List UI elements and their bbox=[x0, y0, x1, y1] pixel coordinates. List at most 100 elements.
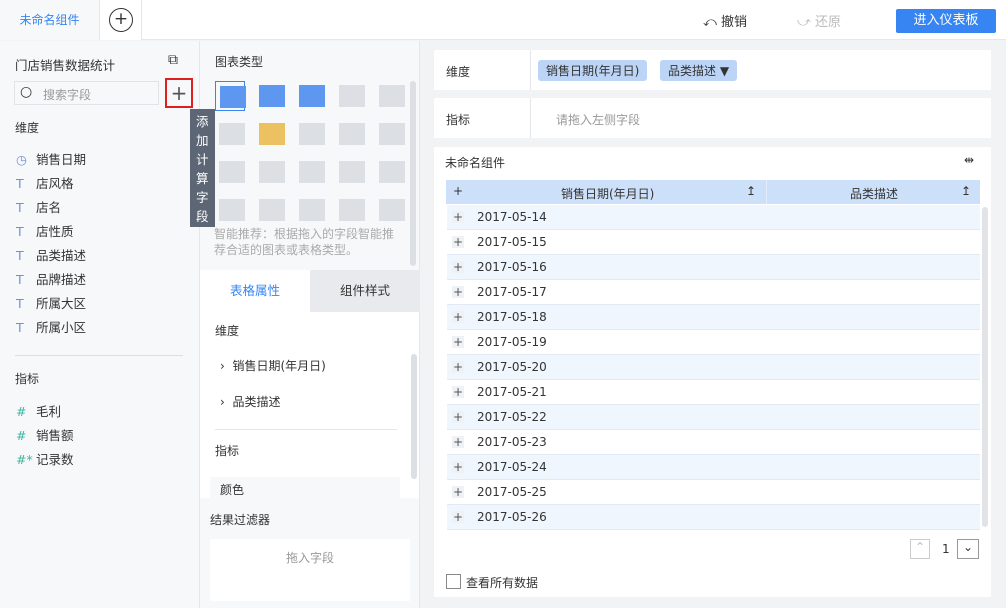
chart-type-icon bbox=[259, 199, 285, 221]
expand-icon[interactable]: + bbox=[452, 236, 464, 248]
enter-dashboard-button[interactable]: 进入仪表板 bbox=[896, 9, 996, 33]
table-row[interactable]: +2017-05-18 bbox=[447, 305, 980, 330]
measure-field[interactable]: # 销售额 bbox=[16, 425, 74, 444]
chart-type-option[interactable] bbox=[295, 81, 325, 111]
dimension-field[interactable]: T 品类描述 bbox=[16, 245, 86, 264]
redo-button[interactable]: ⤻ 还原 bbox=[797, 11, 841, 30]
table-row[interactable]: +2017-05-22 bbox=[447, 405, 980, 430]
tab-table-properties[interactable]: 表格属性 bbox=[200, 270, 310, 312]
scrollbar[interactable] bbox=[982, 207, 988, 527]
filter-dropzone[interactable]: 拖入字段 bbox=[210, 539, 410, 601]
expand-icon[interactable]: + bbox=[452, 461, 464, 473]
dimension-field[interactable]: ◷ 销售日期 bbox=[16, 149, 86, 168]
add-tab-button[interactable]: + bbox=[100, 0, 142, 40]
tab-widget[interactable]: 未命名组件 bbox=[0, 0, 100, 40]
scrollbar[interactable] bbox=[411, 354, 417, 479]
column-header[interactable]: 品类描述 bbox=[850, 185, 898, 202]
undo-icon: ⤺ bbox=[703, 15, 722, 30]
chart-type-option[interactable] bbox=[375, 195, 405, 225]
table-row[interactable]: +2017-05-15 bbox=[447, 230, 980, 255]
expand-icon[interactable]: + bbox=[452, 386, 464, 398]
dim-tag[interactable]: 品类描述 ▼ bbox=[660, 60, 738, 81]
expand-icon[interactable]: + bbox=[452, 436, 464, 448]
dimension-field[interactable]: T 品牌描述 bbox=[16, 269, 86, 288]
table-row[interactable]: +2017-05-17 bbox=[447, 280, 980, 305]
search-input[interactable]: ○ 搜索字段 bbox=[14, 81, 159, 105]
expand-icon[interactable]: + bbox=[452, 211, 464, 223]
dimension-field[interactable]: T 店性质 bbox=[16, 221, 74, 240]
expand-all-icon[interactable]: + bbox=[453, 184, 463, 198]
chart-type-option[interactable] bbox=[255, 195, 285, 225]
chart-type-icon bbox=[339, 85, 365, 107]
scrollbar[interactable] bbox=[410, 81, 416, 266]
dimension-field[interactable]: T 所属小区 bbox=[16, 317, 86, 336]
fit-width-icon[interactable]: ⇹ bbox=[964, 153, 974, 167]
chart-type-option[interactable] bbox=[335, 81, 365, 111]
dimension-field[interactable]: T 所属大区 bbox=[16, 293, 86, 312]
expand-icon[interactable]: + bbox=[452, 286, 464, 298]
chart-type-option[interactable] bbox=[255, 157, 285, 187]
chart-type-option[interactable] bbox=[295, 195, 325, 225]
dim-item[interactable]: › 销售日期(年月日) bbox=[220, 357, 326, 374]
switch-dataset-icon[interactable]: ⧉ bbox=[168, 52, 178, 68]
table-row[interactable]: +2017-05-16 bbox=[447, 255, 980, 280]
chart-type-icon bbox=[259, 161, 285, 183]
chart-type-option[interactable] bbox=[215, 81, 246, 111]
chart-type-option[interactable] bbox=[335, 157, 365, 187]
chart-type-option[interactable] bbox=[295, 157, 325, 187]
table-row[interactable]: +2017-05-24 bbox=[447, 455, 980, 480]
chart-type-option[interactable] bbox=[375, 119, 405, 149]
chart-type-option[interactable] bbox=[215, 119, 245, 149]
chart-type-option[interactable] bbox=[375, 157, 405, 187]
undo-button[interactable]: ⤺ 撤销 bbox=[703, 11, 747, 30]
chart-type-option[interactable] bbox=[255, 119, 285, 149]
chart-type-option[interactable] bbox=[335, 195, 365, 225]
sort-filter-icon[interactable]: ↥ bbox=[961, 184, 971, 198]
measure-field[interactable]: #* 记录数 bbox=[16, 449, 74, 468]
dim-item[interactable]: › 品类描述 bbox=[220, 393, 280, 410]
dimension-shelf-label: 维度 bbox=[446, 65, 471, 79]
measure-section-title: 指标 bbox=[215, 444, 240, 458]
table-row[interactable]: +2017-05-20 bbox=[447, 355, 980, 380]
tab-widget-style[interactable]: 组件样式 bbox=[310, 270, 420, 312]
sort-icon[interactable]: ↥ bbox=[746, 184, 756, 198]
chart-type-option[interactable] bbox=[335, 119, 365, 149]
expand-icon[interactable]: + bbox=[452, 361, 464, 373]
table-row[interactable]: +2017-05-21 bbox=[447, 380, 980, 405]
chart-type-option[interactable] bbox=[295, 119, 325, 149]
add-calculated-field-button[interactable]: + bbox=[165, 78, 193, 108]
chart-type-option[interactable] bbox=[375, 81, 405, 111]
table-row[interactable]: +2017-05-25 bbox=[447, 480, 980, 505]
splitter[interactable] bbox=[15, 355, 183, 356]
table-row[interactable]: +2017-05-14 bbox=[447, 205, 980, 230]
dimension-field[interactable]: T 店名 bbox=[16, 197, 61, 216]
measure-title: 指标 bbox=[15, 372, 40, 386]
chart-type-icon bbox=[379, 199, 405, 221]
expand-icon[interactable]: + bbox=[452, 311, 464, 323]
next-page-button[interactable]: ⌄ bbox=[957, 539, 979, 559]
measure-placeholder[interactable]: 请拖入左侧字段 bbox=[556, 111, 640, 128]
expand-icon[interactable]: + bbox=[452, 486, 464, 498]
chart-type-icon bbox=[339, 199, 365, 221]
expand-icon[interactable]: + bbox=[452, 261, 464, 273]
color-section[interactable]: 颜色 bbox=[210, 477, 400, 498]
measure-shelf: 指标 请拖入左侧字段 bbox=[434, 98, 991, 138]
chart-type-option[interactable] bbox=[255, 81, 285, 111]
expand-icon[interactable]: + bbox=[452, 411, 464, 423]
dim-tag[interactable]: 销售日期(年月日) bbox=[538, 60, 648, 81]
table-row[interactable]: +2017-05-26 bbox=[447, 505, 980, 530]
chart-type-option[interactable] bbox=[215, 157, 245, 187]
search-placeholder: 搜索字段 bbox=[43, 88, 92, 102]
table-row[interactable]: +2017-05-23 bbox=[447, 430, 980, 455]
prev-page-button[interactable]: ⌃ bbox=[910, 539, 930, 559]
expand-icon[interactable]: + bbox=[452, 511, 464, 523]
measure-field[interactable]: # 毛利 bbox=[16, 401, 61, 420]
expand-icon[interactable]: + bbox=[452, 336, 464, 348]
column-header[interactable]: 销售日期(年月日) bbox=[561, 185, 654, 202]
chart-type-icon bbox=[299, 123, 325, 145]
table-row[interactable]: +2017-05-19 bbox=[447, 330, 980, 355]
dimension-field[interactable]: T 店风格 bbox=[16, 173, 74, 192]
view-all-checkbox[interactable] bbox=[446, 574, 461, 589]
chart-type-option[interactable] bbox=[215, 195, 245, 225]
number-type-icon: #* bbox=[16, 452, 33, 467]
